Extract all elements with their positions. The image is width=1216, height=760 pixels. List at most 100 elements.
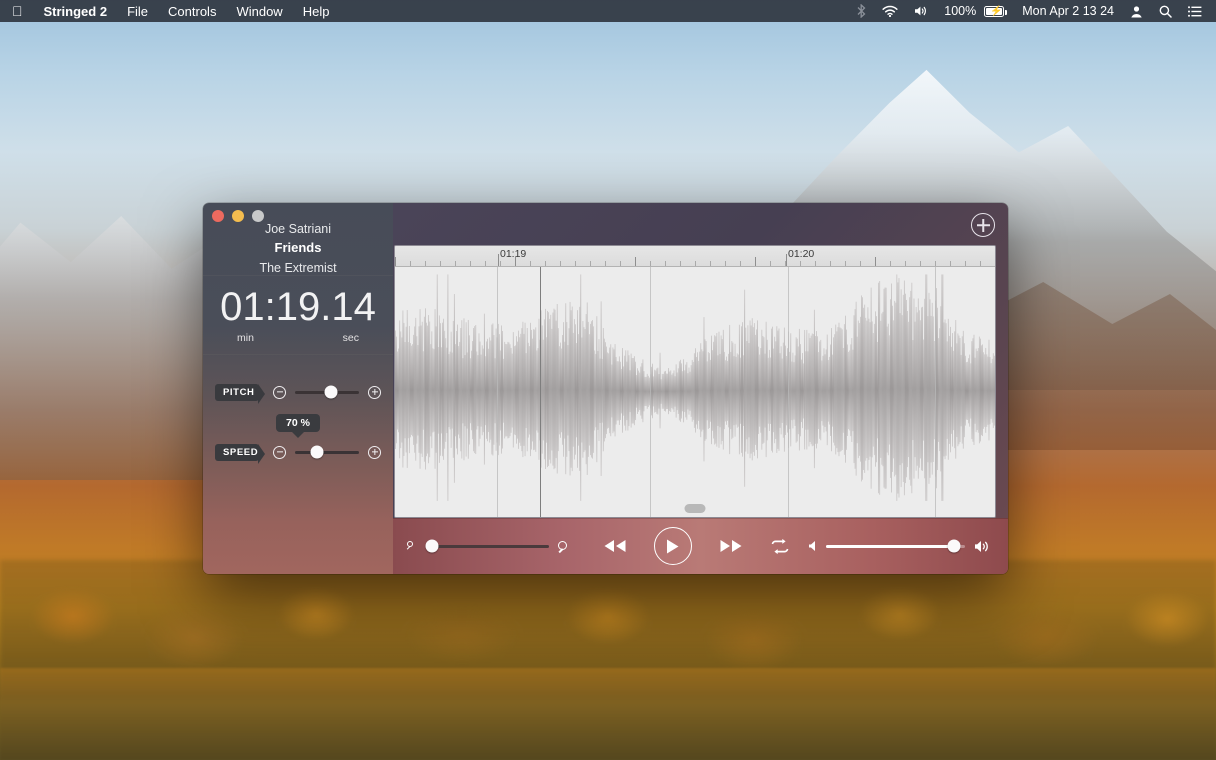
add-circle-icon[interactable]: [971, 213, 995, 237]
minimize-button[interactable]: [232, 210, 244, 222]
battery-charging-icon[interactable]: ⚡: [982, 6, 1014, 17]
pitch-slider-knob[interactable]: [324, 386, 337, 399]
repeat-icon[interactable]: [770, 538, 790, 555]
lake-reflection: [0, 668, 1216, 760]
ruler-tick-labeled: [498, 254, 499, 266]
rewind-icon[interactable]: [602, 538, 628, 554]
menu-item-controls[interactable]: Controls: [158, 4, 226, 19]
ruler-tick-minor: [770, 261, 771, 266]
ruler-tick-minor: [440, 261, 441, 266]
volume-control-group: [808, 540, 1008, 553]
menu-bar:  Stringed 2 File Controls Window Help 1…: [0, 0, 1216, 22]
ruler-tick-minor: [830, 261, 831, 266]
waveform-graphic: [395, 267, 995, 517]
title-bar[interactable]: Joe Satriani Friends The Extremist: [203, 203, 393, 275]
ruler-tick-minor: [605, 261, 606, 266]
ruler-label: 01:20: [788, 248, 814, 260]
spotlight-search-icon[interactable]: [1151, 5, 1180, 18]
menu-item-help[interactable]: Help: [293, 4, 340, 19]
ruler-tick-minor: [815, 261, 816, 266]
time-value: 01:19.14: [220, 287, 376, 327]
speaker-icon[interactable]: [906, 5, 936, 17]
time-display[interactable]: 01:19.14 min sec: [203, 276, 393, 354]
playhead[interactable]: [540, 267, 541, 517]
magnifier-large-icon[interactable]: [558, 541, 569, 552]
fast-forward-icon[interactable]: [718, 538, 744, 554]
ruler-tick-minor: [545, 261, 546, 266]
speed-value-badge: 70 %: [276, 414, 320, 432]
speed-row: SPEED: [203, 439, 393, 465]
ruler-tick-minor: [665, 261, 666, 266]
ruler-tick-minor: [950, 261, 951, 266]
window-body: Joe Satriani Friends The Extremist 01:19…: [203, 203, 1008, 574]
volume-high-icon[interactable]: [974, 540, 990, 553]
pane-header: [393, 203, 1008, 245]
pitch-slider[interactable]: [295, 391, 359, 394]
waveform-gridline: [650, 267, 651, 517]
ruler-tick-minor: [920, 261, 921, 266]
ruler-tick-minor: [905, 261, 906, 266]
zoom-slider[interactable]: [427, 545, 549, 548]
ruler-tick-minor: [710, 261, 711, 266]
volume-slider-knob[interactable]: [947, 540, 960, 553]
notification-center-icon[interactable]: [1180, 6, 1210, 17]
ruler-tick-minor: [695, 261, 696, 266]
ruler-tick-minor: [500, 261, 501, 266]
speed-decrease-button[interactable]: [273, 446, 286, 459]
transport-bar: [393, 518, 1008, 574]
ruler-tick-major: [995, 257, 996, 266]
zoom-slider-knob[interactable]: [425, 540, 438, 553]
waveform-grab-handle[interactable]: [685, 504, 706, 513]
ruler-tick-minor: [980, 261, 981, 266]
ruler-tick-major: [635, 257, 636, 266]
ruler-tick-minor: [965, 261, 966, 266]
volume-low-icon[interactable]: [808, 540, 817, 552]
magnifier-small-icon[interactable]: [407, 541, 418, 552]
time-units: min sec: [221, 332, 375, 344]
ruler-tick-minor: [935, 261, 936, 266]
volume-slider[interactable]: [826, 545, 965, 548]
play-button[interactable]: [654, 527, 692, 565]
ruler-tick-minor: [470, 261, 471, 266]
ruler-tick-minor: [800, 261, 801, 266]
sidebar: Joe Satriani Friends The Extremist 01:19…: [203, 203, 393, 574]
transport-buttons: [583, 527, 808, 565]
bluetooth-icon[interactable]: [849, 4, 874, 18]
waveform-display[interactable]: [395, 267, 995, 517]
menu-status-area: 100% ⚡ Mon Apr 2 13 24: [849, 4, 1216, 18]
pitch-decrease-button[interactable]: [273, 386, 286, 399]
timeline-ruler[interactable]: 01:19 01:20: [395, 246, 995, 267]
zoom-button[interactable]: [252, 210, 264, 222]
speed-slider-knob[interactable]: [311, 446, 324, 459]
user-icon[interactable]: [1122, 5, 1151, 18]
ruler-tick-minor: [425, 261, 426, 266]
close-button[interactable]: [212, 210, 224, 222]
menu-item-window[interactable]: Window: [226, 4, 292, 19]
menu-item-file[interactable]: File: [117, 4, 158, 19]
ruler-tick-minor: [410, 261, 411, 266]
menu-item-app[interactable]: Stringed 2: [34, 4, 118, 19]
waveform-gridline: [788, 267, 789, 517]
speed-label: SPEED: [215, 444, 259, 461]
ruler-tick-major: [395, 257, 396, 266]
menu-clock[interactable]: Mon Apr 2 13 24: [1014, 4, 1122, 18]
wifi-icon[interactable]: [874, 5, 906, 17]
play-icon: [665, 538, 680, 555]
pitch-increase-button[interactable]: [368, 386, 381, 399]
ruler-tick-minor: [560, 261, 561, 266]
waveform-container[interactable]: 01:19 01:20: [394, 245, 996, 518]
apple-logo-icon[interactable]: : [0, 4, 34, 18]
time-label-min: min: [237, 332, 254, 344]
pitch-label: PITCH: [215, 384, 259, 401]
speed-increase-button[interactable]: [368, 446, 381, 459]
ruler-tick-labeled: [786, 254, 787, 266]
ruler-tick-minor: [890, 261, 891, 266]
ruler-tick-minor: [455, 261, 456, 266]
waveform-gridline: [935, 267, 936, 517]
ruler-label: 01:19: [500, 248, 526, 260]
waveform-pane: 01:19 01:20: [393, 203, 1008, 574]
ruler-tick-minor: [620, 261, 621, 266]
speed-slider[interactable]: [295, 451, 359, 454]
track-title: Friends: [203, 239, 393, 258]
pitch-speed-controls: PITCH 70 % SPEED: [203, 355, 393, 574]
